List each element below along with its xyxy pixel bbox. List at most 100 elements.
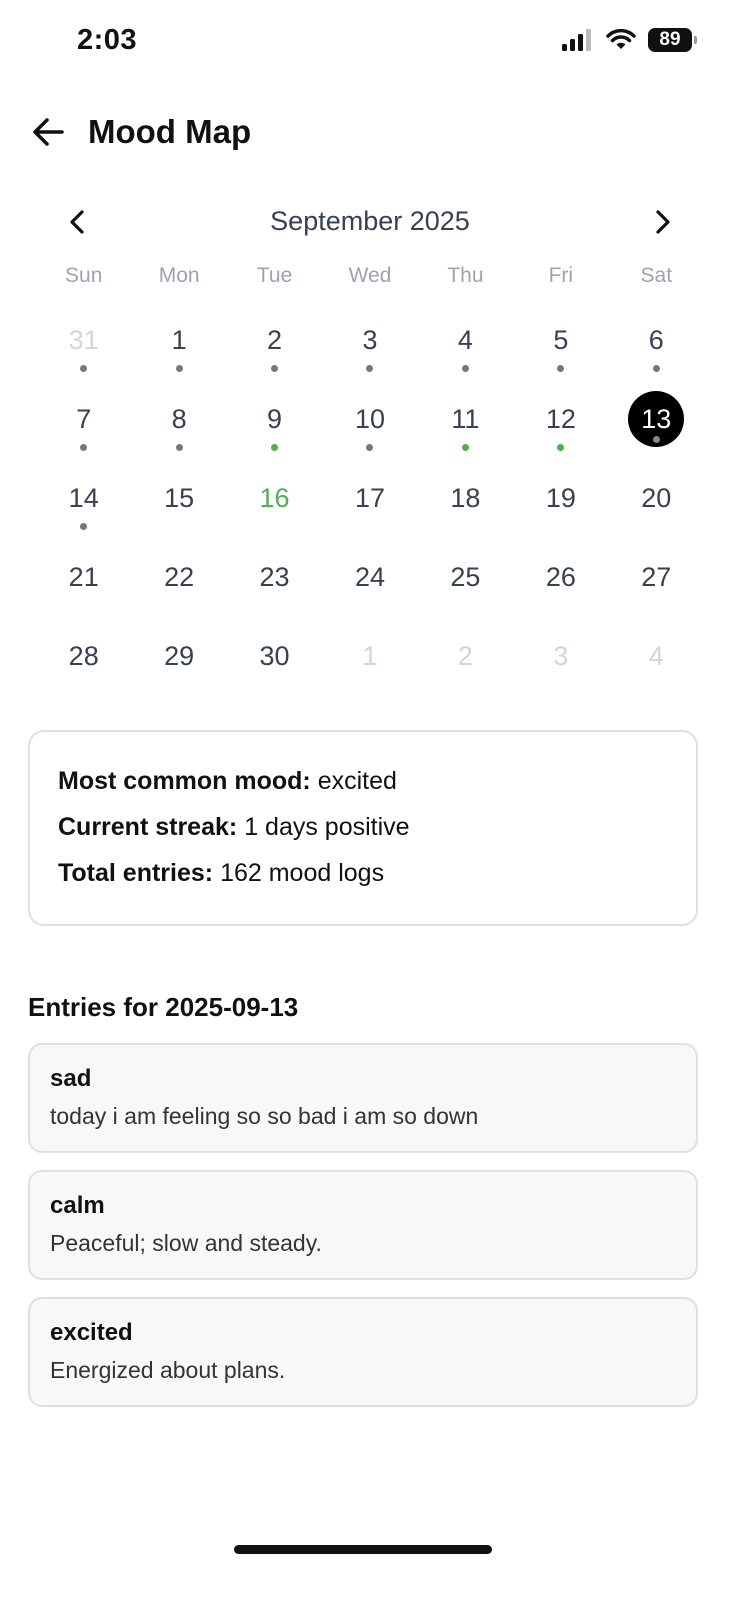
entry-mood: excited bbox=[50, 1319, 133, 1346]
mood-dot bbox=[652, 365, 660, 372]
battery-level: 89 bbox=[659, 29, 681, 50]
calendar-day[interactable]: 22 bbox=[131, 549, 226, 628]
calendar-day-number: 10 bbox=[354, 403, 385, 434]
month-label: September 2025 bbox=[270, 206, 470, 236]
calendar-day[interactable]: 30 bbox=[227, 628, 322, 707]
calendar-day-number: 29 bbox=[164, 640, 195, 671]
entry-text: Energized about plans. bbox=[50, 1357, 286, 1383]
mood-stats-card: Most common mood: excited Current streak… bbox=[28, 730, 698, 926]
calendar-day-number: 5 bbox=[553, 324, 569, 355]
calendar-day[interactable]: 9 bbox=[227, 391, 322, 470]
weekday-label: Thu bbox=[447, 264, 484, 287]
calendar-day-number: 23 bbox=[259, 561, 290, 592]
entry-card[interactable]: excited Energized about plans. bbox=[28, 1297, 698, 1407]
wifi-icon bbox=[606, 29, 636, 49]
calendar-day-circle: 3 bbox=[342, 312, 398, 372]
weekday-label: Fri bbox=[548, 264, 574, 287]
calendar-day-number: 20 bbox=[641, 482, 672, 513]
calendar-day-number: 25 bbox=[450, 561, 481, 592]
calendar-day-circle: 1 bbox=[151, 312, 207, 372]
calendar-day[interactable]: 5 bbox=[513, 312, 608, 391]
calendar-day[interactable]: 21 bbox=[36, 549, 131, 628]
calendar-day[interactable]: 16 bbox=[227, 470, 322, 549]
calendar-day[interactable]: 1 bbox=[322, 628, 417, 707]
calendar-day-circle: 10 bbox=[342, 391, 398, 451]
weekday-label: Wed bbox=[348, 264, 392, 287]
calendar-day[interactable]: 2 bbox=[418, 628, 513, 707]
calendar-day[interactable]: 19 bbox=[513, 470, 608, 549]
calendar-day[interactable]: 8 bbox=[131, 391, 226, 470]
next-month-button[interactable] bbox=[640, 200, 684, 244]
calendar-day[interactable]: 26 bbox=[513, 549, 608, 628]
stat-value: 1 days positive bbox=[244, 813, 410, 841]
calendar-day-number: 11 bbox=[451, 403, 480, 434]
calendar-day[interactable]: 12 bbox=[513, 391, 608, 470]
stat-label: Total entries: bbox=[58, 859, 214, 887]
weekday-label: Sun bbox=[65, 264, 103, 287]
calendar-day[interactable]: 15 bbox=[131, 470, 226, 549]
calendar-day[interactable]: 10 bbox=[322, 391, 417, 470]
stat-value: excited bbox=[317, 767, 397, 795]
entry-text: today i am feeling so so bad i am so dow… bbox=[50, 1103, 479, 1129]
calendar-day[interactable]: 1 bbox=[131, 312, 226, 391]
calendar-day[interactable]: 4 bbox=[418, 312, 513, 391]
calendar-day-circle: 16 bbox=[247, 470, 303, 526]
calendar-day[interactable]: 18 bbox=[418, 470, 513, 549]
calendar-day[interactable]: 6 bbox=[609, 312, 704, 391]
calendar-day-circle: 28 bbox=[56, 628, 112, 684]
calendar-day-circle: 27 bbox=[628, 549, 684, 605]
entry-card[interactable]: sad today i am feeling so so bad i am so… bbox=[28, 1043, 698, 1153]
calendar-day-number: 30 bbox=[259, 640, 290, 671]
calendar-day[interactable]: 17 bbox=[322, 470, 417, 549]
calendar-day[interactable]: 3 bbox=[513, 628, 608, 707]
mood-dot bbox=[557, 365, 565, 372]
calendar-day-number: 4 bbox=[457, 324, 473, 355]
calendar-day-number: 22 bbox=[164, 561, 195, 592]
entry-card[interactable]: calm Peaceful; slow and steady. bbox=[28, 1170, 698, 1280]
battery-cap bbox=[694, 36, 697, 44]
calendar-day-number: 21 bbox=[68, 561, 99, 592]
page-title: Mood Map bbox=[88, 113, 252, 150]
calendar-day-number: 14 bbox=[68, 482, 99, 513]
calendar-day[interactable]: 24 bbox=[322, 549, 417, 628]
calendar-day-number: 8 bbox=[171, 403, 187, 434]
calendar-day[interactable]: 23 bbox=[227, 549, 322, 628]
calendar-day[interactable]: 29 bbox=[131, 628, 226, 707]
chevron-right-icon bbox=[656, 210, 670, 234]
calendar-day-number: 6 bbox=[648, 324, 664, 355]
entry-text: Peaceful; slow and steady. bbox=[50, 1230, 322, 1256]
calendar-day-selected[interactable]: 13 bbox=[609, 391, 704, 470]
stat-label: Most common mood: bbox=[58, 767, 311, 795]
back-button[interactable] bbox=[28, 112, 68, 152]
weekday-label: Tue bbox=[256, 264, 293, 287]
calendar-day[interactable]: 4 bbox=[609, 628, 704, 707]
weekday-label: Sat bbox=[640, 264, 673, 287]
calendar-day-circle: 23 bbox=[247, 549, 303, 605]
calendar-day-circle: 22 bbox=[151, 549, 207, 605]
calendar-day[interactable]: 28 bbox=[36, 628, 131, 707]
mood-dot bbox=[461, 365, 469, 372]
positive-mood-dot bbox=[461, 444, 469, 451]
arrow-left-icon bbox=[33, 118, 64, 146]
home-indicator bbox=[234, 1545, 492, 1554]
battery-icon: 89 bbox=[648, 28, 697, 52]
mood-dot bbox=[175, 365, 183, 372]
entries-title: Entries for 2025-09-13 bbox=[28, 992, 299, 1022]
calendar-day-grid: 31 1 2 3 4 5 6 7 8 9 10 11 12 13 14 15 16 17 18 19 20 21 22 23 2… bbox=[36, 312, 704, 707]
stat-value: 162 mood logs bbox=[220, 859, 385, 887]
calendar-day[interactable]: 20 bbox=[609, 470, 704, 549]
calendar-day[interactable]: 7 bbox=[36, 391, 131, 470]
calendar-day-circle: 7 bbox=[56, 391, 112, 451]
calendar-day[interactable]: 11 bbox=[418, 391, 513, 470]
calendar-day-number: 1 bbox=[171, 324, 187, 355]
calendar-day-circle: 20 bbox=[628, 470, 684, 526]
calendar-day-number: 13 bbox=[641, 403, 672, 434]
calendar-day-circle: 31 bbox=[56, 312, 112, 372]
calendar-day[interactable]: 31 bbox=[36, 312, 131, 391]
calendar-day[interactable]: 2 bbox=[227, 312, 322, 391]
calendar-day[interactable]: 14 bbox=[36, 470, 131, 549]
calendar-day[interactable]: 25 bbox=[418, 549, 513, 628]
calendar-day[interactable]: 27 bbox=[609, 549, 704, 628]
calendar-day[interactable]: 3 bbox=[322, 312, 417, 391]
calendar-day-circle: 15 bbox=[151, 470, 207, 526]
